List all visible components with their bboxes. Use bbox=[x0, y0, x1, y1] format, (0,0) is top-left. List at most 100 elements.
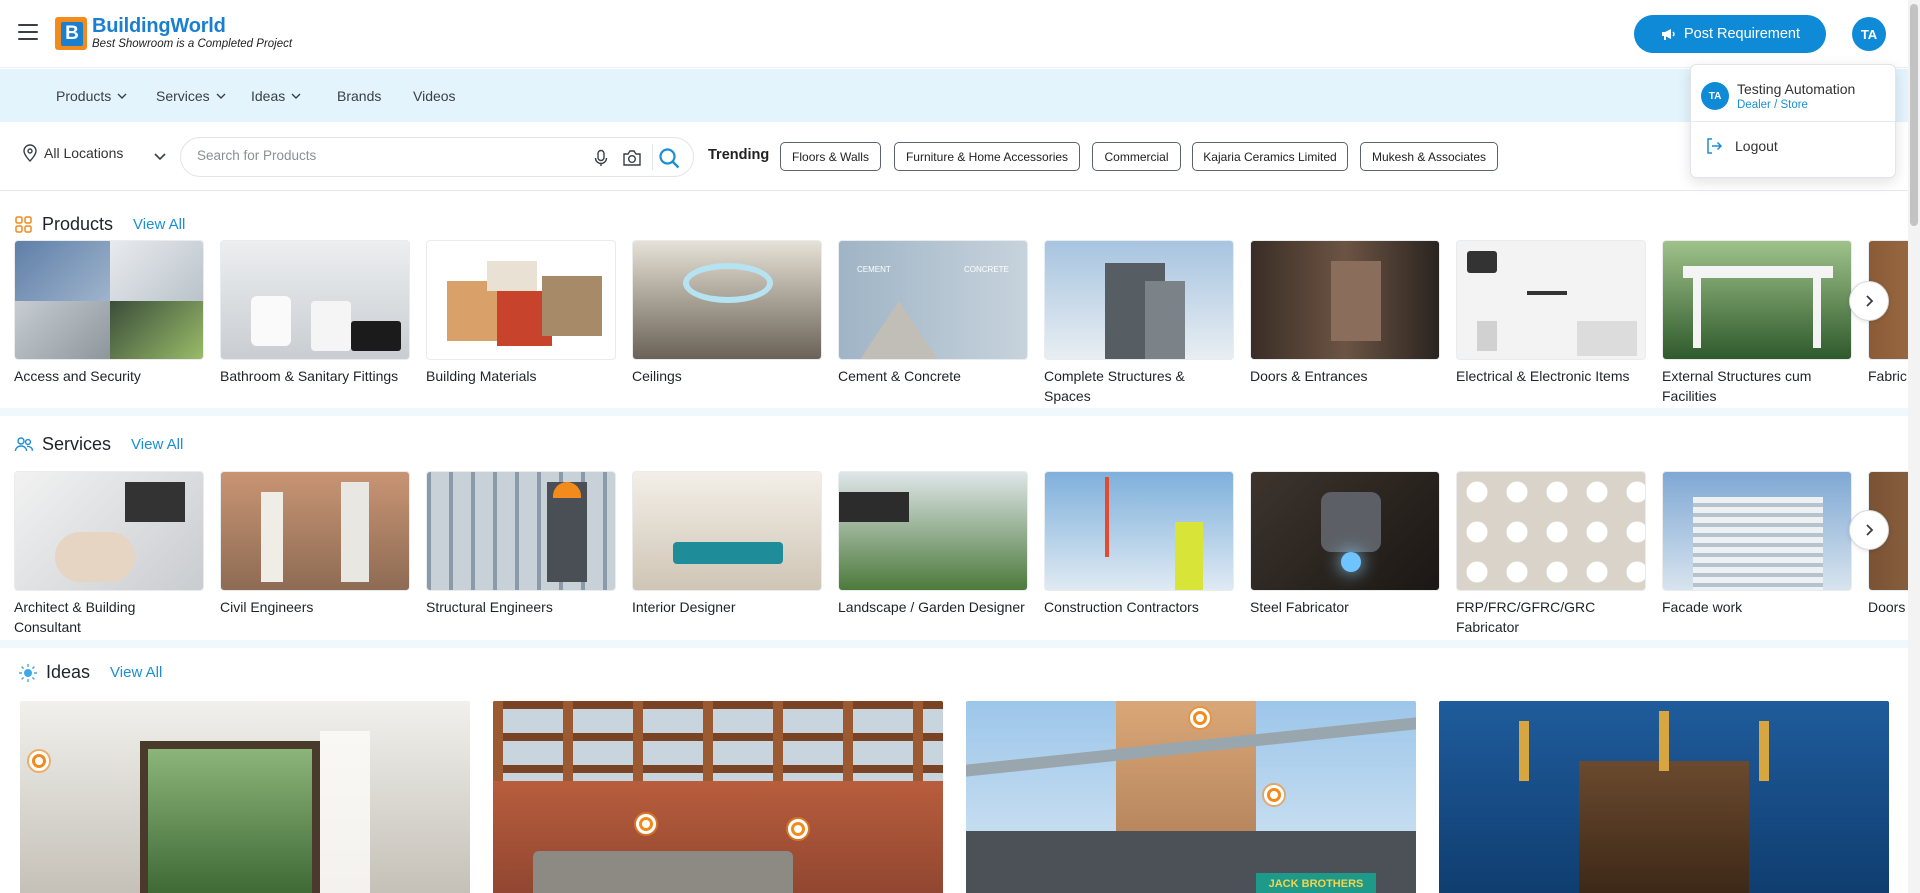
service-label: Structural Engineers bbox=[426, 599, 553, 615]
location-pin-icon bbox=[23, 144, 37, 162]
nav-ideas-label: Ideas bbox=[251, 87, 286, 104]
hamburger-menu-icon[interactable] bbox=[18, 24, 38, 40]
product-image bbox=[1044, 240, 1234, 360]
search-row: All Locations Trending Floors & Walls Fu… bbox=[0, 123, 1908, 191]
service-image bbox=[220, 471, 410, 591]
location-selector[interactable]: All Locations bbox=[22, 144, 123, 162]
idea-hotspot-pin[interactable] bbox=[29, 751, 49, 771]
logout-button[interactable]: Logout bbox=[1705, 137, 1778, 155]
service-card[interactable]: FRP/FRC/GFRC/GRC Fabricator bbox=[1456, 471, 1646, 637]
service-label: Civil Engineers bbox=[220, 599, 314, 615]
services-title: Services bbox=[42, 434, 112, 454]
service-card[interactable]: Landscape / Garden Designer bbox=[838, 471, 1028, 617]
chevron-down-icon bbox=[216, 93, 226, 99]
product-image bbox=[632, 240, 822, 360]
service-image bbox=[1044, 471, 1234, 591]
post-requirement-label: Post Requirement bbox=[1683, 26, 1801, 42]
nav-videos[interactable]: Videos bbox=[413, 69, 456, 122]
products-next-button[interactable] bbox=[1849, 281, 1889, 321]
service-card[interactable]: Facade work bbox=[1662, 471, 1852, 617]
product-card[interactable]: Ceilings bbox=[632, 240, 822, 386]
service-card[interactable]: Structural Engineers bbox=[426, 471, 616, 617]
chevron-down-icon[interactable] bbox=[154, 150, 166, 162]
service-image bbox=[1662, 471, 1852, 591]
brand-name[interactable]: BuildingWorld bbox=[92, 15, 226, 38]
user-menu-separator bbox=[1691, 121, 1895, 122]
product-card[interactable]: Bathroom & Sanitary Fittings bbox=[220, 240, 410, 386]
chevron-right-icon bbox=[1866, 524, 1874, 536]
user-avatar[interactable]: TA bbox=[1852, 17, 1886, 51]
product-label: Fabric bbox=[1868, 368, 1907, 384]
service-card[interactable]: Steel Fabricator bbox=[1250, 471, 1440, 617]
product-label: Electrical & Electronic Items bbox=[1456, 368, 1630, 384]
trending-chip[interactable]: Kajaria Ceramics Limited bbox=[1192, 142, 1348, 171]
logo-icon[interactable]: B bbox=[55, 17, 87, 50]
product-card[interactable]: Access and Security bbox=[14, 240, 204, 386]
page-scrollbar[interactable] bbox=[1908, 0, 1920, 893]
ideas-view-all-link[interactable]: View All bbox=[110, 664, 162, 681]
idea-hotspot-pin[interactable] bbox=[788, 819, 808, 839]
service-image bbox=[632, 471, 822, 591]
concrete-img-label: CONCRETE bbox=[964, 265, 1009, 274]
product-card[interactable]: Doors & Entrances bbox=[1250, 240, 1440, 386]
users-icon bbox=[14, 436, 34, 451]
service-label: Doors bbox=[1868, 599, 1906, 615]
trending-chip[interactable]: Furniture & Home Accessories bbox=[894, 142, 1080, 171]
product-card[interactable]: Electrical & Electronic Items bbox=[1456, 240, 1646, 386]
service-card[interactable]: Civil Engineers bbox=[220, 471, 410, 617]
trending-chip[interactable]: Mukesh & Associates bbox=[1360, 142, 1498, 171]
products-header: Products View All bbox=[14, 214, 185, 235]
products-view-all-link[interactable]: View All bbox=[133, 216, 185, 233]
search-icon[interactable] bbox=[658, 147, 680, 169]
products-title: Products bbox=[42, 214, 114, 234]
logout-label: Logout bbox=[1735, 138, 1778, 154]
service-label: Architect & Building Consultant bbox=[14, 599, 136, 635]
product-label: Bathroom & Sanitary Fittings bbox=[220, 368, 399, 384]
service-label: FRP/FRC/GFRC/GRC Fabricator bbox=[1456, 599, 1596, 635]
product-card[interactable]: CEMENT CONCRETE Cement & Concrete bbox=[838, 240, 1028, 386]
idea-card[interactable] bbox=[1439, 701, 1889, 893]
location-label: All Locations bbox=[44, 145, 124, 161]
trending-chip[interactable]: Floors & Walls bbox=[780, 142, 881, 171]
post-requirement-button[interactable]: Post Requirement bbox=[1634, 15, 1826, 53]
nav-ideas[interactable]: Ideas bbox=[251, 69, 301, 122]
top-header: B BuildingWorld Best Showroom is a Compl… bbox=[0, 0, 1908, 68]
idea-card[interactable]: JACK BROTHERS bbox=[966, 701, 1416, 893]
nav-brands[interactable]: Brands bbox=[337, 69, 381, 122]
nav-brands-label: Brands bbox=[337, 87, 382, 104]
camera-icon[interactable] bbox=[622, 149, 642, 167]
service-label: Interior Designer bbox=[632, 599, 736, 615]
microphone-icon[interactable] bbox=[592, 149, 610, 167]
user-menu-dropdown: TA Testing Automation Dealer / Store Log… bbox=[1690, 64, 1896, 178]
user-menu-name: Testing Automation bbox=[1737, 81, 1856, 97]
chevron-right-icon bbox=[1866, 295, 1874, 307]
service-card[interactable]: Construction Contractors bbox=[1044, 471, 1234, 617]
idea-hotspot-pin[interactable] bbox=[636, 814, 656, 834]
scrollbar-thumb[interactable] bbox=[1910, 4, 1918, 226]
service-card[interactable]: Interior Designer bbox=[632, 471, 822, 617]
product-label: Doors & Entrances bbox=[1250, 368, 1368, 384]
product-image bbox=[220, 240, 410, 360]
product-label: Building Materials bbox=[426, 368, 537, 384]
service-image bbox=[426, 471, 616, 591]
idea-card[interactable] bbox=[20, 701, 470, 893]
services-next-button[interactable] bbox=[1849, 510, 1889, 550]
idea-card[interactable] bbox=[493, 701, 943, 893]
ideas-title: Ideas bbox=[46, 662, 91, 682]
idea-hotspot-pin[interactable] bbox=[1190, 708, 1210, 728]
idea-hotspot-pin[interactable] bbox=[1264, 785, 1284, 805]
product-card[interactable]: Building Materials bbox=[426, 240, 616, 386]
nav-services[interactable]: Services bbox=[156, 69, 226, 122]
services-view-all-link[interactable]: View All bbox=[131, 436, 183, 453]
product-image bbox=[1456, 240, 1646, 360]
service-image bbox=[1456, 471, 1646, 591]
service-card[interactable]: Architect & Building Consultant bbox=[14, 471, 204, 637]
search-input[interactable] bbox=[197, 148, 577, 163]
trending-chip[interactable]: Commercial bbox=[1092, 142, 1181, 171]
product-card[interactable]: Complete Structures & Spaces bbox=[1044, 240, 1234, 406]
services-header: Services View All bbox=[14, 434, 183, 455]
nav-services-label: Services bbox=[156, 87, 210, 104]
nav-products[interactable]: Products bbox=[56, 69, 127, 122]
product-card[interactable]: External Structures cum Facilities bbox=[1662, 240, 1852, 406]
main-nav: Products Services Ideas Brands Videos bbox=[0, 69, 1908, 122]
